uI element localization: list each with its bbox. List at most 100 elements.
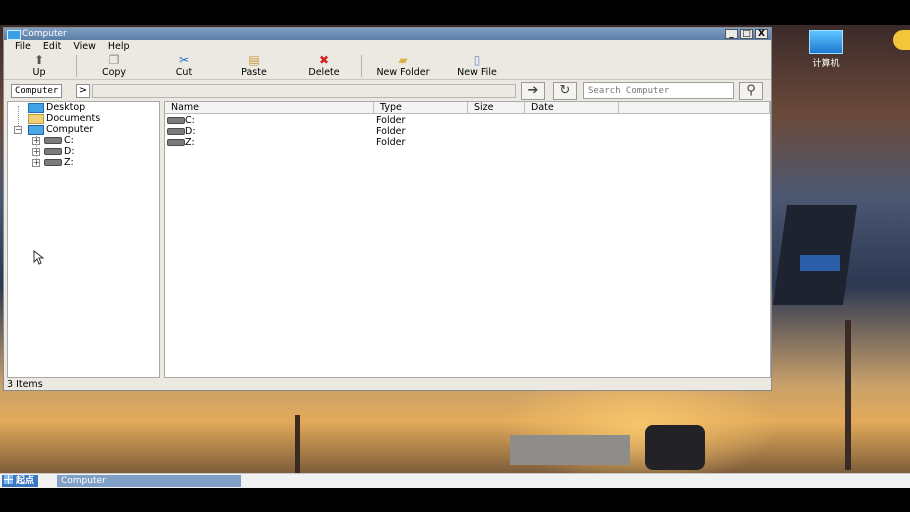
delete-button[interactable]: ✖ Delete [289, 54, 359, 79]
tree-item-drive-d[interactable]: D: [44, 146, 75, 157]
title-bar[interactable]: Computer _ □ X [4, 28, 771, 40]
start-label: 起点 [16, 476, 35, 486]
letterbox-bottom [0, 488, 910, 512]
cut-label: Cut [175, 67, 193, 78]
file-type: Folder [376, 137, 406, 148]
desktop-icon-label: 计算机 [812, 59, 840, 69]
file-row[interactable]: C: Folder [165, 115, 765, 126]
column-header-type[interactable]: Type [374, 102, 468, 114]
tree-label: D: [64, 146, 75, 157]
paste-label: Paste [241, 67, 267, 78]
breadcrumb-chevron-icon[interactable]: > [76, 84, 90, 98]
window-title: Computer [22, 29, 67, 39]
tree-label: Desktop [46, 102, 86, 113]
start-grid-icon [4, 475, 13, 484]
refresh-icon[interactable]: ↻ [553, 82, 577, 100]
file-name-cell: Z: [167, 137, 195, 148]
file-row[interactable]: Z: Folder [165, 137, 765, 148]
wallpaper-boot [645, 425, 705, 470]
desktop-icon-computer[interactable]: 计算机 [801, 30, 851, 69]
computer-icon [809, 30, 843, 54]
tree-item-documents[interactable]: Documents [28, 113, 100, 124]
wallpaper-detail [800, 255, 840, 271]
column-header-date[interactable]: Date [525, 102, 619, 114]
tree-item-computer[interactable]: Computer [28, 124, 93, 135]
menu-file[interactable]: File [9, 40, 37, 53]
file-type: Folder [376, 115, 406, 126]
cut-button[interactable]: ✂ Cut [149, 54, 219, 79]
search-input[interactable] [583, 82, 734, 99]
letterbox-top [0, 0, 910, 25]
taskbar-item-computer[interactable]: Computer [57, 475, 241, 487]
column-header-name[interactable]: Name [165, 102, 374, 114]
expand-icon[interactable]: + [32, 148, 40, 156]
up-button[interactable]: ⬆ Up [4, 54, 74, 79]
delete-label: Delete [308, 67, 340, 78]
taskbar: 起点 Computer [0, 473, 910, 488]
file-name-cell: D: [167, 126, 196, 137]
new-folder-label: New Folder [376, 67, 430, 78]
drive-icon [167, 139, 185, 146]
tree-item-drive-c[interactable]: C: [44, 135, 74, 146]
breadcrumb-computer[interactable]: Computer [11, 84, 63, 98]
address-field[interactable] [92, 84, 516, 98]
up-label: Up [32, 67, 46, 78]
drive-icon [44, 159, 62, 166]
copy-label: Copy [101, 67, 127, 78]
collapse-icon[interactable]: − [14, 126, 22, 134]
expand-icon[interactable]: + [32, 159, 40, 167]
file-type: Folder [376, 126, 406, 137]
new-file-button[interactable]: ▯ New File [442, 54, 512, 79]
documents-folder-icon [28, 113, 44, 124]
toolbar: ⬆ Up ❐ Copy ✂ Cut ▤ Paste ✖ Delete ▰ New… [4, 53, 771, 80]
column-header-size[interactable]: Size [468, 102, 525, 114]
minimize-button[interactable]: _ [725, 29, 738, 39]
tree-item-desktop[interactable]: Desktop [28, 102, 85, 113]
tree-item-drive-z[interactable]: Z: [44, 157, 74, 168]
file-name-cell: C: [167, 115, 195, 126]
search-icon[interactable]: ⚲ [739, 82, 763, 100]
wallpaper-bench [510, 435, 630, 465]
mouse-pointer-icon [33, 250, 45, 265]
expand-icon[interactable]: + [32, 137, 40, 145]
wallpaper-pole [845, 320, 851, 470]
delete-icon: ✖ [318, 53, 330, 67]
menu-help[interactable]: Help [102, 40, 136, 53]
paste-button[interactable]: ▤ Paste [219, 54, 289, 79]
file-name: Z: [185, 137, 195, 148]
drive-icon [167, 117, 185, 124]
tree-label: Z: [64, 157, 74, 168]
computer-icon [7, 30, 21, 40]
copy-icon: ❐ [108, 53, 120, 67]
menu-view[interactable]: View [67, 40, 102, 53]
tree-label: Documents [46, 113, 101, 124]
tree-label: C: [64, 135, 74, 146]
file-list: Name Type Size Date C: Folder D: Folder … [164, 101, 771, 378]
new-file-icon: ▯ [473, 53, 481, 67]
drive-icon [44, 148, 62, 155]
menu-edit[interactable]: Edit [37, 40, 67, 53]
computer-icon [28, 124, 44, 135]
drive-icon [167, 128, 185, 135]
start-button[interactable]: 起点 [2, 475, 39, 487]
new-file-label: New File [457, 67, 497, 78]
paste-icon: ▤ [248, 53, 260, 67]
up-arrow-icon: ⬆ [33, 53, 45, 67]
go-arrow-icon[interactable]: ➔ [521, 82, 545, 100]
copy-button[interactable]: ❐ Copy [79, 54, 149, 79]
toolbar-separator [361, 55, 362, 77]
menu-bar: File Edit View Help [4, 40, 771, 53]
new-folder-button[interactable]: ▰ New Folder [364, 54, 442, 79]
folder-tree: Desktop Documents − Computer + C: + D: +… [7, 101, 160, 378]
desktop-folder-icon [28, 102, 44, 113]
file-row[interactable]: D: Folder [165, 126, 765, 137]
maximize-button[interactable]: □ [740, 29, 753, 39]
address-bar: Computer > ➔ ↻ ⚲ [4, 80, 771, 102]
wallpaper-pole-2 [295, 415, 300, 475]
close-button[interactable]: X [755, 29, 768, 39]
desktop-icon-partial[interactable] [893, 30, 910, 50]
scissors-icon: ✂ [178, 53, 190, 67]
toolbar-separator [76, 55, 77, 77]
column-header-filler [619, 102, 770, 114]
file-name: D: [185, 126, 196, 137]
